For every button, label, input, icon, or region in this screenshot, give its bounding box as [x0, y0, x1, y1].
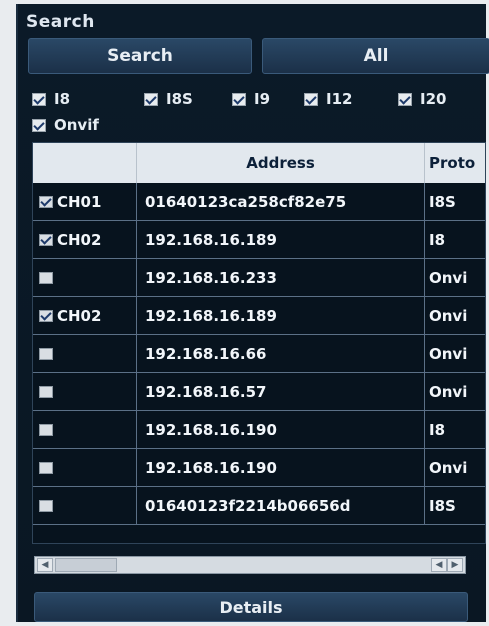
table-row[interactable]: 192.168.16.57 Onvi [33, 373, 485, 411]
column-header-channel[interactable] [33, 143, 137, 183]
address-cell: 192.168.16.189 [137, 221, 425, 258]
channel-cell [33, 259, 137, 296]
row-checkbox[interactable] [39, 423, 53, 436]
chevron-left-icon[interactable]: ◀ [431, 558, 447, 572]
table-header: Address Proto [33, 143, 485, 183]
channel-cell [33, 449, 137, 486]
channel-label: CH01 [57, 192, 102, 211]
protocol-cell: I8S [429, 496, 456, 515]
filter-label: I8 [54, 90, 71, 108]
filter-i8[interactable]: I8 [32, 90, 70, 108]
protocol-cell: Onvi [429, 344, 468, 363]
search-button[interactable]: Search [28, 38, 252, 74]
address-cell: 192.168.16.189 [137, 297, 425, 334]
checkbox-i9[interactable] [232, 92, 246, 106]
table-row[interactable]: 192.168.16.233 Onvi [33, 259, 485, 297]
scrollbar-thumb[interactable] [55, 558, 117, 572]
table-row[interactable]: 192.168.16.190 I8 [33, 411, 485, 449]
all-button[interactable]: All [262, 38, 489, 74]
chevron-right-icon[interactable]: ▶ [447, 558, 463, 572]
filter-label: Onvif [54, 116, 99, 134]
row-checkbox[interactable] [39, 385, 53, 398]
checkbox-i12[interactable] [304, 92, 318, 106]
channel-cell [33, 487, 137, 524]
table-row[interactable]: CH02 192.168.16.189 I8 [33, 221, 485, 259]
checkbox-onvif[interactable] [32, 118, 46, 132]
checkbox-i8[interactable] [32, 92, 46, 106]
channel-cell: CH02 [33, 297, 137, 334]
filter-i20[interactable]: I20 [398, 90, 446, 108]
address-cell: 192.168.16.190 [137, 411, 425, 448]
table-row[interactable]: 01640123f2214b06656d I8S [33, 487, 485, 525]
table-row[interactable]: 192.168.16.190 Onvi [33, 449, 485, 487]
filter-label: I8S [166, 90, 193, 108]
address-cell: 01640123f2214b06656d [137, 487, 425, 524]
column-header-address[interactable]: Address [137, 143, 425, 183]
horizontal-scrollbar[interactable]: ◀ ◀ ▶ [34, 556, 466, 574]
column-header-protocol[interactable]: Proto [425, 143, 485, 183]
chevron-left-icon[interactable]: ◀ [37, 558, 53, 572]
row-checkbox[interactable] [39, 233, 53, 246]
filter-label: I20 [420, 90, 447, 108]
channel-cell [33, 335, 137, 372]
protocol-cell: Onvi [429, 458, 468, 477]
channel-cell: CH01 [33, 183, 137, 220]
protocol-cell: Onvi [429, 306, 468, 325]
protocol-cell: I8 [429, 420, 446, 439]
address-cell: 192.168.16.233 [137, 259, 425, 296]
address-cell: 192.168.16.57 [137, 373, 425, 410]
protocol-cell: I8S [429, 192, 456, 211]
channel-cell [33, 373, 137, 410]
filter-onvif[interactable]: Onvif [32, 116, 99, 134]
details-button[interactable]: Details [34, 592, 468, 622]
table-row[interactable]: 192.168.16.66 Onvi [33, 335, 485, 373]
filter-i9[interactable]: I9 [232, 90, 270, 108]
channel-label: CH02 [57, 230, 102, 249]
channel-cell [33, 411, 137, 448]
section-title: Search [26, 12, 95, 32]
filter-label: I9 [254, 90, 271, 108]
filter-label: I12 [326, 90, 353, 108]
row-checkbox[interactable] [39, 499, 53, 512]
row-checkbox[interactable] [39, 347, 53, 360]
address-cell: 01640123ca258cf82e75 [137, 183, 425, 220]
device-table: Address Proto CH01 01640123ca258cf82e75 … [32, 142, 486, 544]
table-row[interactable]: CH02 192.168.16.189 Onvi [33, 297, 485, 335]
channel-cell: CH02 [33, 221, 137, 258]
protocol-cell: I8 [429, 230, 446, 249]
table-row[interactable]: CH01 01640123ca258cf82e75 I8S [33, 183, 485, 221]
filter-i8s[interactable]: I8S [144, 90, 193, 108]
filter-i12[interactable]: I12 [304, 90, 352, 108]
row-checkbox[interactable] [39, 271, 53, 284]
row-checkbox[interactable] [39, 461, 53, 474]
protocol-cell: Onvi [429, 268, 468, 287]
protocol-cell: Onvi [429, 382, 468, 401]
address-cell: 192.168.16.190 [137, 449, 425, 486]
address-cell: 192.168.16.66 [137, 335, 425, 372]
row-checkbox[interactable] [39, 309, 53, 322]
checkbox-i20[interactable] [398, 92, 412, 106]
row-checkbox[interactable] [39, 195, 53, 208]
channel-label: CH02 [57, 306, 102, 325]
checkbox-i8s[interactable] [144, 92, 158, 106]
